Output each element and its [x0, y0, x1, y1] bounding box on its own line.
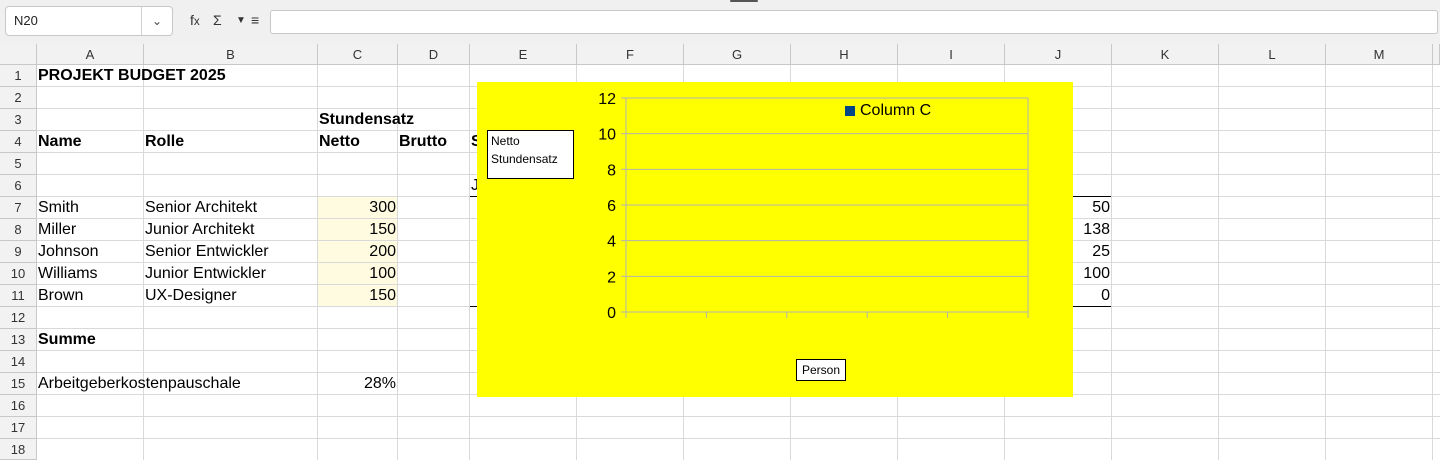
- cell-a8[interactable]: Miller: [38, 219, 76, 241]
- y-tick-label: 4: [607, 234, 616, 251]
- row-header-12[interactable]: 12: [0, 307, 37, 329]
- formula-icon[interactable]: ≡: [251, 12, 259, 28]
- sum-dropdown-icon[interactable]: ▼: [236, 15, 246, 26]
- column-header-k[interactable]: K: [1112, 44, 1219, 65]
- row-header-13[interactable]: 13: [0, 329, 37, 351]
- row-header-18[interactable]: 18: [0, 439, 37, 460]
- row-header-16[interactable]: 16: [0, 395, 37, 417]
- cell-c11[interactable]: 150: [318, 285, 396, 307]
- cell-b10[interactable]: Junior Entwickler: [145, 263, 266, 285]
- column-header-c[interactable]: C: [318, 44, 398, 65]
- cell-a7[interactable]: Smith: [38, 197, 79, 219]
- row-header-5[interactable]: 5: [0, 153, 37, 175]
- embedded-chart[interactable]: 0 2 4 6 8 10 12 Netto Stundensatz Person Colum…: [477, 82, 1073, 397]
- column-header-a[interactable]: A: [37, 44, 144, 65]
- cell-a15[interactable]: Arbeitgeberkostenpauschale: [38, 373, 241, 395]
- name-box[interactable]: N20 ⌄: [5, 6, 173, 36]
- row-header-1[interactable]: 1: [0, 65, 37, 87]
- column-header-n[interactable]: [1433, 44, 1440, 65]
- cell-b4[interactable]: Rolle: [145, 131, 184, 153]
- column-header-b[interactable]: B: [144, 44, 318, 65]
- y-tick-label: 6: [607, 198, 616, 215]
- row-header-10[interactable]: 10: [0, 263, 37, 285]
- cell-d4[interactable]: Brutto: [399, 131, 447, 153]
- formula-input[interactable]: [270, 10, 1438, 34]
- row-header-9[interactable]: 9: [0, 241, 37, 263]
- cell-a11[interactable]: Brown: [38, 285, 83, 307]
- function-wizard-icon[interactable]: fx: [190, 12, 200, 28]
- column-header-m[interactable]: M: [1326, 44, 1433, 65]
- cell-c9[interactable]: 200: [318, 241, 396, 263]
- cell-c10[interactable]: 100: [318, 263, 396, 285]
- cell-a10[interactable]: Williams: [38, 263, 98, 285]
- cell-c3[interactable]: Stundensatz: [319, 109, 414, 131]
- window-drag-handle[interactable]: [730, 0, 758, 2]
- chevron-down-icon[interactable]: ⌄: [141, 7, 172, 35]
- column-header-h[interactable]: H: [791, 44, 898, 65]
- sum-icon[interactable]: Σ: [213, 12, 222, 28]
- cell-a4[interactable]: Name: [38, 131, 82, 153]
- select-all-corner[interactable]: [0, 44, 37, 65]
- row-header-17[interactable]: 17: [0, 417, 37, 439]
- name-box-value[interactable]: N20: [14, 13, 38, 28]
- cell-c8[interactable]: 150: [318, 219, 396, 241]
- row-header-14[interactable]: 14: [0, 351, 37, 373]
- row-header-8[interactable]: 8: [0, 219, 37, 241]
- column-header-e[interactable]: E: [470, 44, 577, 65]
- legend-swatch: [845, 106, 855, 116]
- x-axis-title[interactable]: Person: [796, 359, 846, 381]
- row-header-2[interactable]: 2: [0, 87, 37, 109]
- formula-toolbar: N20 ⌄ fx Σ ▼ ≡: [0, 0, 1440, 45]
- row-header-6[interactable]: 6: [0, 175, 37, 197]
- chart-legend[interactable]: Column C: [845, 102, 931, 120]
- legend-label: Column C: [860, 102, 932, 119]
- cell-b9[interactable]: Senior Entwickler: [145, 241, 269, 263]
- y-axis-title[interactable]: Netto Stundensatz: [487, 130, 574, 179]
- grid-line: [37, 438, 1440, 439]
- column-header-j[interactable]: J: [1005, 44, 1112, 65]
- cell-c7[interactable]: 300: [318, 197, 396, 219]
- y-tick-label: 10: [598, 127, 616, 144]
- cell-a13[interactable]: Summe: [38, 329, 96, 351]
- y-tick-label: 8: [607, 162, 616, 179]
- cell-c15[interactable]: 28%: [318, 373, 396, 395]
- column-header-l[interactable]: L: [1219, 44, 1326, 65]
- grid-line: [37, 416, 1440, 417]
- cell-a9[interactable]: Johnson: [38, 241, 99, 263]
- cell-a1[interactable]: PROJEKT BUDGET 2025: [38, 65, 226, 87]
- cell-b7[interactable]: Senior Architekt: [145, 197, 257, 219]
- cell-b11[interactable]: UX-Designer: [145, 285, 237, 307]
- column-header-f[interactable]: F: [577, 44, 684, 65]
- row-header-3[interactable]: 3: [0, 109, 37, 131]
- column-header-g[interactable]: G: [684, 44, 791, 65]
- y-tick-label: 0: [607, 305, 616, 322]
- row-header-7[interactable]: 7: [0, 197, 37, 219]
- row-header-11[interactable]: 11: [0, 285, 37, 307]
- cell-c4[interactable]: Netto: [319, 131, 360, 153]
- y-tick-label: 2: [607, 269, 616, 286]
- row-header-4[interactable]: 4: [0, 131, 37, 153]
- y-tick-label: 12: [598, 91, 616, 108]
- row-header-15[interactable]: 15: [0, 373, 37, 395]
- cell-b8[interactable]: Junior Architekt: [145, 219, 254, 241]
- column-header-i[interactable]: I: [898, 44, 1005, 65]
- column-header-d[interactable]: D: [398, 44, 470, 65]
